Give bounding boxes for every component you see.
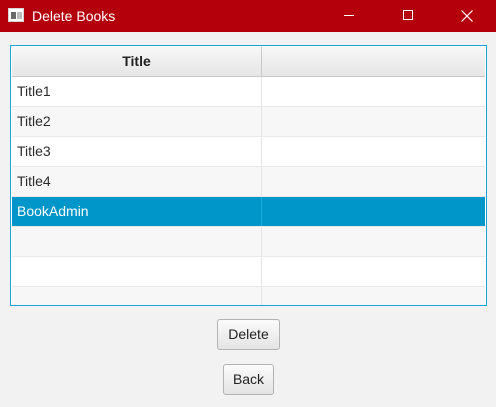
table-row[interactable] <box>12 227 485 257</box>
table-row[interactable]: Title4 <box>12 167 485 197</box>
delete-button[interactable]: Delete <box>217 319 280 350</box>
table-row[interactable]: Title2 <box>12 107 485 137</box>
minimize-icon <box>344 15 354 16</box>
window-title: Delete Books <box>32 8 116 24</box>
books-table[interactable]: Title Title1 Title2 Title3 Title4 BookAdmin <box>10 45 487 306</box>
cell-title: Title4 <box>12 167 262 196</box>
cell-empty <box>262 107 485 136</box>
table-row[interactable] <box>12 287 485 305</box>
cell-empty <box>262 257 485 286</box>
cell-title: Title2 <box>12 107 262 136</box>
column-header-filler <box>262 47 485 76</box>
title-bar[interactable]: Delete Books <box>0 0 496 32</box>
cell-empty <box>262 287 485 305</box>
table-body: Title1 Title2 Title3 Title4 BookAdmin <box>12 77 485 305</box>
column-header-title[interactable]: Title <box>12 47 262 76</box>
table-row[interactable] <box>12 257 485 287</box>
maximize-button[interactable] <box>386 0 432 32</box>
cell-empty <box>262 197 485 226</box>
close-button[interactable] <box>444 0 490 32</box>
cell-title: BookAdmin <box>12 197 262 226</box>
cell-title <box>12 227 262 256</box>
cell-title: Title3 <box>12 137 262 166</box>
back-button[interactable]: Back <box>223 364 274 395</box>
table-header: Title <box>12 47 485 77</box>
cell-empty <box>262 137 485 166</box>
cell-empty <box>262 227 485 256</box>
cell-empty <box>262 77 485 106</box>
close-icon <box>461 10 473 22</box>
maximize-icon <box>403 10 413 20</box>
minimize-button[interactable] <box>326 0 372 32</box>
cell-title: Title1 <box>12 77 262 106</box>
cell-title <box>12 287 262 305</box>
table-row[interactable]: Title1 <box>12 77 485 107</box>
cell-title <box>12 257 262 286</box>
table-row[interactable]: Title3 <box>12 137 485 167</box>
app-icon <box>8 8 24 22</box>
table-row-selected[interactable]: BookAdmin <box>12 197 485 227</box>
cell-empty <box>262 167 485 196</box>
